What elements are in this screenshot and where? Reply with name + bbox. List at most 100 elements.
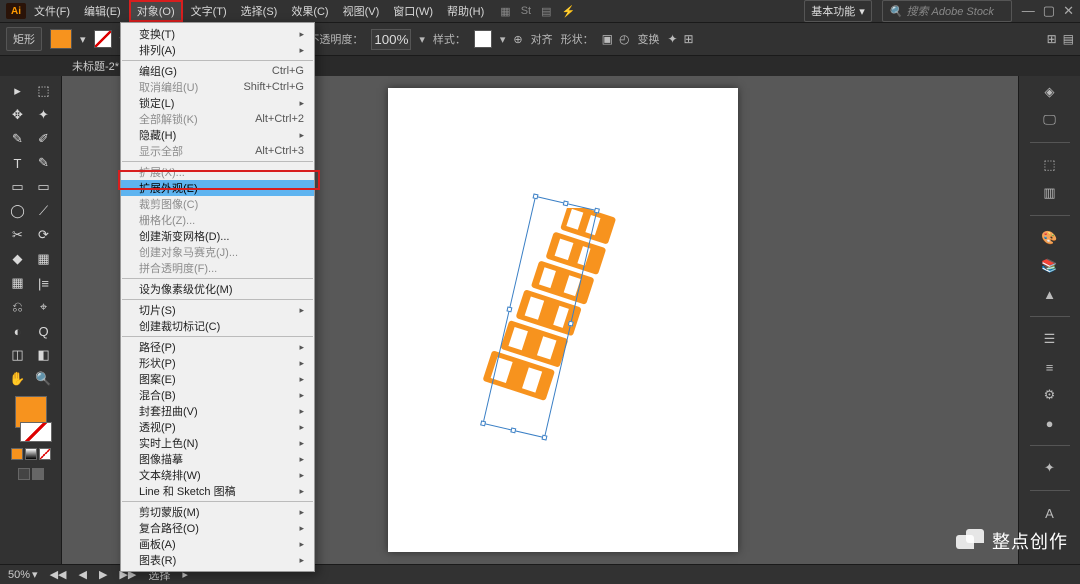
nav-prev-icon[interactable]: ◀◀ bbox=[50, 568, 67, 581]
menu-item[interactable]: 路径(P) bbox=[121, 339, 314, 355]
chevron-down-icon[interactable]: ▾ bbox=[500, 33, 506, 46]
menu-item[interactable]: 创建渐变网格(D)... bbox=[121, 228, 314, 244]
zoom-level[interactable]: 50% bbox=[8, 569, 30, 581]
window-close-button[interactable]: ✕ bbox=[1063, 3, 1074, 19]
color-guide-panel-icon[interactable]: ▲ bbox=[1037, 282, 1063, 306]
menu-type[interactable]: 文字(T) bbox=[185, 0, 233, 22]
shape-corner-icon[interactable]: ◴ bbox=[619, 32, 629, 46]
panel-menu-icon[interactable]: ▤ bbox=[1063, 32, 1074, 46]
menu-item[interactable]: 画板(A) bbox=[121, 536, 314, 552]
symbol-sprayer-tool[interactable]: ◧ bbox=[32, 344, 56, 366]
free-transform-tool[interactable]: ▦ bbox=[6, 272, 30, 294]
menu-item[interactable]: 图表(R) bbox=[121, 552, 314, 568]
curvature-tool[interactable]: ✐ bbox=[32, 128, 56, 150]
menu-view[interactable]: 视图(V) bbox=[337, 0, 386, 22]
cc-libraries-icon[interactable]: 🖵 bbox=[1037, 108, 1063, 132]
menu-item[interactable]: Line 和 Sketch 图稿 bbox=[121, 483, 314, 499]
menu-item[interactable]: 变换(T) bbox=[121, 26, 314, 42]
rotate-tool[interactable]: ⟳ bbox=[32, 224, 56, 246]
direct-selection-tool[interactable]: ⬚ bbox=[32, 80, 56, 102]
shape-unite-icon[interactable]: ▣ bbox=[602, 32, 613, 46]
nav-next-one-icon[interactable]: ▶ bbox=[99, 568, 107, 581]
perspective-tool[interactable]: ⎌ bbox=[6, 296, 30, 318]
transparency-panel-icon[interactable]: ● bbox=[1037, 411, 1063, 435]
blend-tool[interactable]: ◫ bbox=[6, 344, 30, 366]
menu-item[interactable]: 图像描摹 bbox=[121, 451, 314, 467]
eyedropper-tool[interactable]: Q bbox=[32, 320, 56, 342]
menu-object[interactable]: 对象(O) bbox=[129, 0, 183, 22]
menu-window[interactable]: 窗口(W) bbox=[387, 0, 439, 22]
line-tool[interactable]: ▭ bbox=[32, 176, 56, 198]
menu-file[interactable]: 文件(F) bbox=[28, 0, 76, 22]
menu-item[interactable]: 锁定(L) bbox=[121, 95, 314, 111]
shape-props-label[interactable]: 形状： bbox=[561, 31, 594, 47]
scale-tool[interactable]: ◆ bbox=[6, 248, 30, 270]
menu-item[interactable]: 实时上色(N) bbox=[121, 435, 314, 451]
brush-tool[interactable]: ◯ bbox=[6, 200, 30, 222]
opacity-input[interactable] bbox=[371, 29, 411, 50]
workspace-switcher[interactable]: 基本功能 ▾ bbox=[804, 0, 872, 22]
fill-swatch[interactable] bbox=[50, 29, 72, 49]
adobe-stock-search[interactable]: 🔍 搜索 Adobe Stock bbox=[882, 0, 1012, 22]
touch-type-tool[interactable]: ✎ bbox=[32, 152, 56, 174]
align-label[interactable]: 对齐 bbox=[531, 31, 553, 47]
menu-effect[interactable]: 效果(C) bbox=[285, 0, 334, 22]
symbols-panel-icon[interactable]: ✦ bbox=[1037, 456, 1063, 480]
menu-select[interactable]: 选择(S) bbox=[235, 0, 284, 22]
screen-mode-toggles[interactable] bbox=[18, 468, 44, 480]
properties-panel-icon[interactable]: ◈ bbox=[1037, 80, 1063, 104]
isolate-icon[interactable]: ✦ bbox=[667, 32, 677, 46]
globe-icon[interactable]: ⊕ bbox=[513, 33, 522, 46]
gpu-icon[interactable]: ⚡ bbox=[562, 5, 576, 18]
menu-item[interactable]: 设为像素级优化(M) bbox=[121, 281, 314, 297]
character-panel-icon[interactable]: A bbox=[1037, 501, 1063, 525]
color-panel-icon[interactable]: 🎨 bbox=[1037, 226, 1063, 250]
mesh-tool[interactable]: ⌖ bbox=[32, 296, 56, 318]
menu-item[interactable]: 形状(P) bbox=[121, 355, 314, 371]
menu-item[interactable]: 扩展外观(E) bbox=[121, 180, 314, 196]
swatches-panel-icon[interactable]: 📚 bbox=[1037, 254, 1063, 278]
stroke-indicator[interactable] bbox=[20, 422, 52, 442]
menu-item[interactable]: 文本绕排(W) bbox=[121, 467, 314, 483]
menu-item[interactable]: 图案(E) bbox=[121, 371, 314, 387]
artboard[interactable] bbox=[388, 88, 738, 552]
menu-item[interactable]: 封套扭曲(V) bbox=[121, 403, 314, 419]
pencil-tool[interactable]: ⟋ bbox=[32, 200, 56, 222]
magic-wand-tool[interactable]: ✥ bbox=[6, 104, 30, 126]
eraser-tool[interactable]: ✂ bbox=[6, 224, 30, 246]
nav-prev-one-icon[interactable]: ◀ bbox=[78, 568, 86, 581]
prefs-icon[interactable]: ⊞ bbox=[1047, 32, 1057, 46]
gradient-panel-icon[interactable]: ⚙ bbox=[1037, 383, 1063, 407]
zoom-tool[interactable]: 🔍 bbox=[32, 368, 56, 390]
chevron-down-icon[interactable]: ▾ bbox=[32, 568, 38, 581]
selection-tool[interactable]: ▸ bbox=[6, 80, 30, 102]
stock-icon[interactable]: St bbox=[521, 5, 531, 17]
type-tool[interactable]: T bbox=[6, 152, 30, 174]
window-minimize-button[interactable]: — bbox=[1022, 3, 1035, 19]
lasso-tool[interactable]: ✦ bbox=[32, 104, 56, 126]
menu-help[interactable]: 帮助(H) bbox=[441, 0, 490, 22]
gradient-tool[interactable]: ◐ bbox=[6, 320, 30, 342]
layers-panel-icon[interactable]: ▥ bbox=[1037, 181, 1063, 205]
arrange-docs-icon[interactable]: ▤ bbox=[541, 5, 551, 18]
transform-each-icon[interactable]: ⊞ bbox=[684, 32, 694, 46]
menu-item[interactable]: 排列(A) bbox=[121, 42, 314, 58]
menu-item[interactable]: 复合路径(O) bbox=[121, 520, 314, 536]
style-swatch[interactable] bbox=[474, 30, 492, 48]
shape-builder-tool[interactable]: |≡ bbox=[32, 272, 56, 294]
artboard-tool[interactable]: ✋ bbox=[6, 368, 30, 390]
menu-item[interactable]: 透视(P) bbox=[121, 419, 314, 435]
stroke-panel-icon[interactable]: ☰ bbox=[1037, 327, 1063, 351]
no-stroke-swatch[interactable] bbox=[94, 30, 112, 48]
artboards-panel-icon[interactable]: ⬚ bbox=[1037, 153, 1063, 177]
menu-item[interactable]: 创建裁切标记(C) bbox=[121, 318, 314, 334]
menu-item[interactable]: 混合(B) bbox=[121, 387, 314, 403]
transform-label[interactable]: 变换 bbox=[637, 31, 659, 47]
menu-edit[interactable]: 编辑(E) bbox=[78, 0, 127, 22]
color-mode-toggles[interactable] bbox=[11, 448, 51, 460]
brushes-panel-icon[interactable]: ≡ bbox=[1037, 355, 1063, 379]
rectangle-tool[interactable]: ▭ bbox=[6, 176, 30, 198]
width-tool[interactable]: ▦ bbox=[32, 248, 56, 270]
window-maximize-button[interactable]: ▢ bbox=[1043, 3, 1055, 19]
menu-item[interactable]: 切片(S) bbox=[121, 302, 314, 318]
